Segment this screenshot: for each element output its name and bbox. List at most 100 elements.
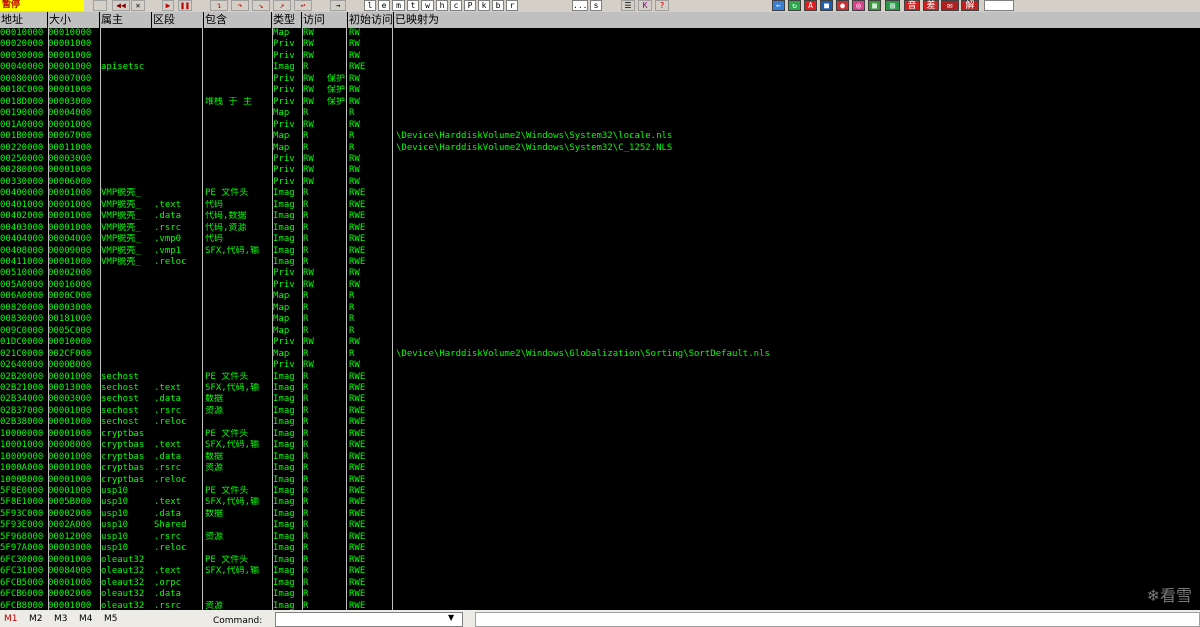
table-row[interactable]: 5F93C000 00002000 usp10 .data 数据 Imag R RWE (0, 509, 1200, 521)
table-row[interactable]: 5F93E000 0002A000 usp10 Shared Imag R RWE (0, 520, 1200, 532)
table-row[interactable]: 00400000 00001000 VMP脱壳_ PE 文件头 Imag R RWE (0, 188, 1200, 200)
table-row[interactable]: 00080000 00007000 Priv RW 保护 RW (0, 74, 1200, 86)
table-row[interactable]: 00830000 00181000 Map R R (0, 314, 1200, 326)
plugin-icon[interactable]: ▤ (885, 0, 900, 11)
window-button-windows[interactable]: w (421, 0, 434, 11)
plugin-sound-icon[interactable]: 音 (904, 0, 920, 11)
table-row[interactable]: 006A0000 0000C000 Map R R (0, 291, 1200, 303)
table-row[interactable]: 00408000 00009000 VMP脱壳_ .vmp1 SFX,代码,输 Imag R… (0, 246, 1200, 258)
table-row[interactable]: 00280000 00001000 Priv RW RW (0, 165, 1200, 177)
table-row[interactable]: 00020000 00001000 Priv RW RW (0, 39, 1200, 51)
plugin-decode-icon[interactable]: 解 (961, 0, 979, 11)
refresh-icon[interactable]: ↻ (788, 0, 801, 11)
mark-m2[interactable]: M2 (29, 614, 43, 624)
mark-m5[interactable]: M5 (104, 614, 118, 624)
bookmark-icon[interactable]: ■ (820, 0, 833, 11)
record-icon[interactable]: A (804, 0, 817, 11)
trace-over-icon[interactable]: ↗ (273, 0, 291, 11)
header-size[interactable]: 大小 (48, 12, 100, 28)
window-button-memory[interactable]: m (392, 0, 405, 11)
header-access[interactable]: 访问 (302, 12, 348, 28)
table-row[interactable]: 00220000 00011000 Map R R \Device\HarddiskVol… (0, 143, 1200, 155)
run-icon[interactable]: ▶ (162, 0, 174, 11)
window-button-executable[interactable]: e (378, 0, 390, 11)
step-over-icon[interactable]: ↷ (231, 0, 249, 11)
window-button-references[interactable]: r (506, 0, 518, 11)
mark-m3[interactable]: M3 (54, 614, 68, 624)
window-button-call-stack[interactable]: k (478, 0, 490, 11)
table-row[interactable]: 02640000 0000B000 Priv RW RW (0, 360, 1200, 372)
table-row[interactable]: 5F8E1000 0005B000 usp10 .text SFX,代码,输 Imag R R… (0, 497, 1200, 509)
table-row[interactable]: 001A0000 00001000 Priv RW RW (0, 120, 1200, 132)
help-icon[interactable]: ? (655, 0, 669, 11)
execute-till-return-icon[interactable]: ↩ (294, 0, 312, 11)
plugin-wave-icon[interactable]: ✉ (941, 0, 959, 11)
table-row[interactable]: 00403000 00001000 VMP脱壳_ .rsrc 代码,资源 Imag R RWE (0, 223, 1200, 235)
header-owner[interactable]: 属主 (100, 12, 152, 28)
table-row[interactable]: 02B38000 00001000 sechost .reloc Imag R RWE (0, 417, 1200, 429)
header-mapped-as[interactable]: 已映射为 (394, 12, 1200, 28)
pause-icon[interactable]: ❚❚ (178, 0, 192, 11)
table-row[interactable]: 1000A000 00001000 cryptbas .rsrc 资源 Imag R RWE (0, 463, 1200, 475)
table-row[interactable]: 6FCB5000 00001000 oleaut32 .orpc Imag R RWE (0, 578, 1200, 590)
table-row[interactable]: 5F8E0000 00001000 usp10 PE 文件头 Imag R RWE (0, 486, 1200, 498)
table-row[interactable]: 00402000 00001000 VMP脱壳_ .data 代码,数据 Imag R RWE (0, 211, 1200, 223)
table-row[interactable]: 00030000 00001000 Priv RW RW (0, 51, 1200, 63)
table-row[interactable]: 009C0000 0005C000 Map R R (0, 326, 1200, 338)
table-row[interactable]: 00401000 00001000 VMP脱壳_ .text 代码 Imag R RWE (0, 200, 1200, 212)
restart-icon[interactable]: ◀◀ (112, 0, 130, 11)
table-row[interactable]: 6FCB8000 00001000 oleaut32 .rsrc 资源 Imag R RWE (0, 601, 1200, 611)
header-contains[interactable]: 包含 (204, 12, 272, 28)
window-button-log[interactable]: l (364, 0, 376, 11)
table-row[interactable]: 021C0000 002CF000 Map R R \Device\HarddiskVol… (0, 349, 1200, 361)
list-icon[interactable]: ☰ (621, 0, 635, 11)
table-row[interactable]: 02B34000 00003000 sechost .data 数据 Imag R RWE (0, 394, 1200, 406)
stop-icon[interactable]: ● (836, 0, 849, 11)
step-into-icon[interactable]: ↴ (210, 0, 228, 11)
header-section[interactable]: 区段 (152, 12, 204, 28)
table-row[interactable]: 02B20000 00001000 sechost PE 文件头 Imag R RWE (0, 372, 1200, 384)
window-button-source[interactable]: s (590, 0, 602, 11)
options-icon[interactable]: K (638, 0, 652, 11)
back-icon[interactable]: ← (772, 0, 785, 11)
grid-icon[interactable]: ▦ (868, 0, 881, 11)
header-initial-access[interactable]: 初始访问 (348, 12, 394, 28)
table-row[interactable]: 01DC0000 00010000 Priv RW RW (0, 337, 1200, 349)
command-input[interactable] (275, 612, 463, 627)
target-icon[interactable]: ◎ (852, 0, 865, 11)
table-row[interactable]: 00510000 00002000 Priv RW RW (0, 268, 1200, 280)
table-row[interactable]: 1000B000 00001000 cryptbas .reloc Imag R RWE (0, 475, 1200, 487)
close-icon[interactable]: ✕ (131, 0, 145, 11)
table-row[interactable]: 00404000 00004000 VMP脱壳_ .vmp0 代码 Imag R RWE (0, 234, 1200, 246)
table-row[interactable]: 00190000 00004000 Map R R (0, 108, 1200, 120)
chevron-down-icon[interactable]: ▼ (448, 613, 454, 622)
table-row[interactable]: 10001000 00008000 cryptbas .text SFX,代码,输 Ima… (0, 440, 1200, 452)
table-row[interactable]: 00820000 00003000 Map R R (0, 303, 1200, 315)
table-row[interactable]: 02B21000 00013000 sechost .text SFX,代码,输 Imag… (0, 383, 1200, 395)
window-button-run-trace[interactable]: ... (572, 0, 588, 11)
table-row[interactable]: 5F968000 00012000 usp10 .rsrc 资源 Imag R RWE (0, 532, 1200, 544)
table-row[interactable]: 6FC30000 00001000 oleaut32 PE 文件头 Imag R RWE (0, 555, 1200, 567)
table-row[interactable]: 00250000 00003000 Priv RW RW (0, 154, 1200, 166)
table-row[interactable]: 10000000 00001000 cryptbas PE 文件头 Imag R RWE (0, 429, 1200, 441)
table-row[interactable]: 02B37000 00001000 sechost .rsrc 资源 Imag R RWE (0, 406, 1200, 418)
table-row[interactable]: 00010000 00010000 Map RW RW (0, 28, 1200, 40)
window-button-patches[interactable]: P (464, 0, 476, 11)
mark-m4[interactable]: M4 (79, 614, 93, 624)
table-row[interactable]: 001B0000 00067000 Map R R \Device\HarddiskVol… (0, 131, 1200, 143)
open-icon[interactable] (93, 0, 107, 11)
plugin-diff-icon[interactable]: 差 (923, 0, 939, 11)
table-row[interactable]: 005A0000 00016000 Priv RW RW (0, 280, 1200, 292)
table-row[interactable]: 00330000 00006000 Priv RW RW (0, 177, 1200, 189)
window-button-cpu[interactable]: c (450, 0, 462, 11)
table-row[interactable]: 00040000 00001000 apisetsc Imag R RWE (0, 62, 1200, 74)
window-button-handles[interactable]: h (436, 0, 448, 11)
header-address[interactable]: 地址 (0, 12, 48, 28)
trace-into-icon[interactable]: ↘ (252, 0, 270, 11)
table-row[interactable]: 5F97A000 00003000 usp10 .reloc Imag R RWE (0, 543, 1200, 555)
table-row[interactable]: 00411000 00001000 VMP脱壳_ .reloc Imag R RWE (0, 257, 1200, 269)
table-row[interactable]: 10009000 00001000 cryptbas .data 数据 Imag R RWE (0, 452, 1200, 464)
table-row[interactable]: 0018D000 00003000 堆栈 于 主 Priv RW 保护 RW (0, 97, 1200, 109)
goto-icon[interactable]: → (330, 0, 346, 11)
window-button-threads[interactable]: t (407, 0, 419, 11)
